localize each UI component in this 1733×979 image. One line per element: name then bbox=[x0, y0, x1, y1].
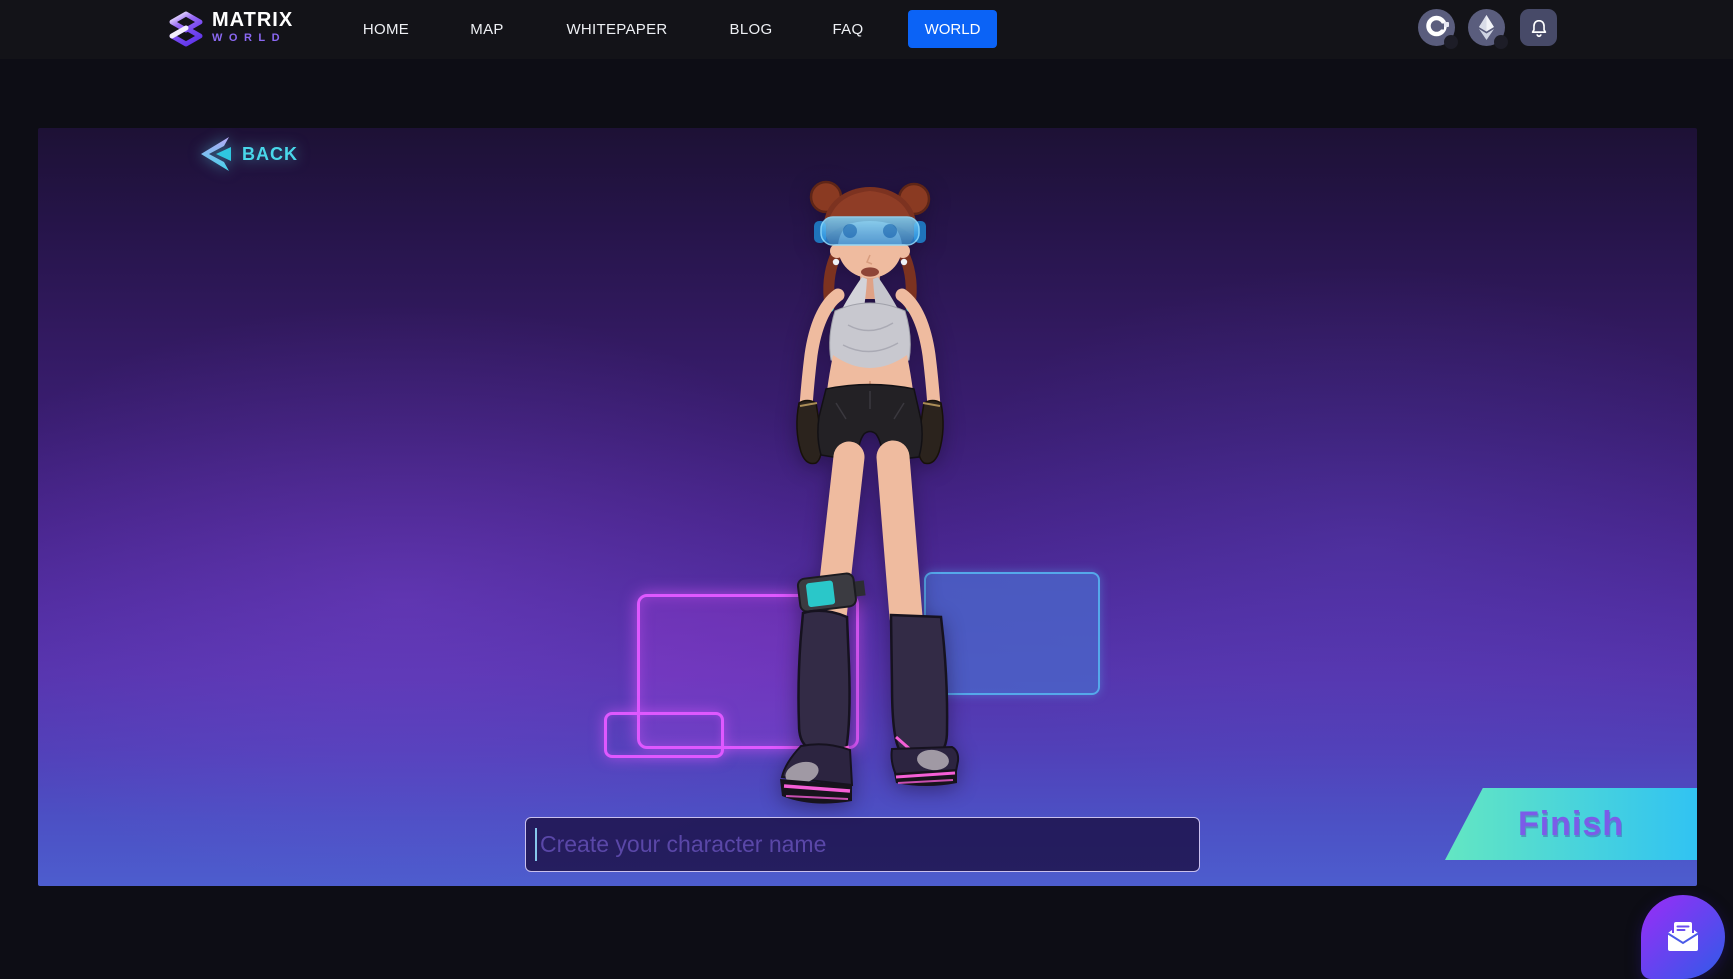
chat-support-button[interactable] bbox=[1641, 895, 1725, 979]
notification-bell-icon bbox=[1528, 17, 1550, 39]
logo-title: MATRIX bbox=[212, 10, 293, 31]
character-name-input[interactable] bbox=[525, 817, 1200, 872]
nav-link-blog[interactable]: BLOG bbox=[730, 0, 773, 59]
character-preview[interactable] bbox=[700, 165, 1030, 810]
back-arrow-icon bbox=[195, 135, 235, 173]
matrix-world-logo-icon[interactable] bbox=[165, 9, 207, 50]
nav-link-map[interactable]: MAP bbox=[470, 0, 503, 59]
finish-button[interactable]: Finish bbox=[1445, 788, 1697, 860]
mail-chat-icon bbox=[1664, 920, 1702, 954]
logo-subtitle: WORLD bbox=[212, 31, 293, 45]
character-name-field-wrap bbox=[525, 817, 1200, 872]
ethereum-wallet-button[interactable] bbox=[1468, 9, 1505, 46]
nav-link-whitepaper[interactable]: WHITEPAPER bbox=[566, 0, 667, 59]
flow-wallet-button[interactable] bbox=[1418, 9, 1455, 46]
notifications-button[interactable] bbox=[1520, 9, 1557, 46]
nav-link-faq[interactable]: FAQ bbox=[833, 0, 864, 59]
nav-link-home[interactable]: HOME bbox=[363, 0, 409, 59]
wallet-status-badge bbox=[1444, 35, 1458, 49]
nav-button-world[interactable]: WORLD bbox=[908, 10, 997, 48]
knee-device bbox=[797, 571, 867, 612]
back-button[interactable]: BACK bbox=[195, 135, 298, 173]
wallet-status-badge bbox=[1494, 35, 1508, 49]
character-creator-panel: BACK bbox=[38, 128, 1697, 886]
top-navbar: MATRIX WORLD HOME MAP WHITEPAPER BLOG FA… bbox=[0, 0, 1733, 59]
logo-wordmark[interactable]: MATRIX WORLD bbox=[212, 10, 293, 45]
back-button-label: BACK bbox=[242, 144, 298, 165]
